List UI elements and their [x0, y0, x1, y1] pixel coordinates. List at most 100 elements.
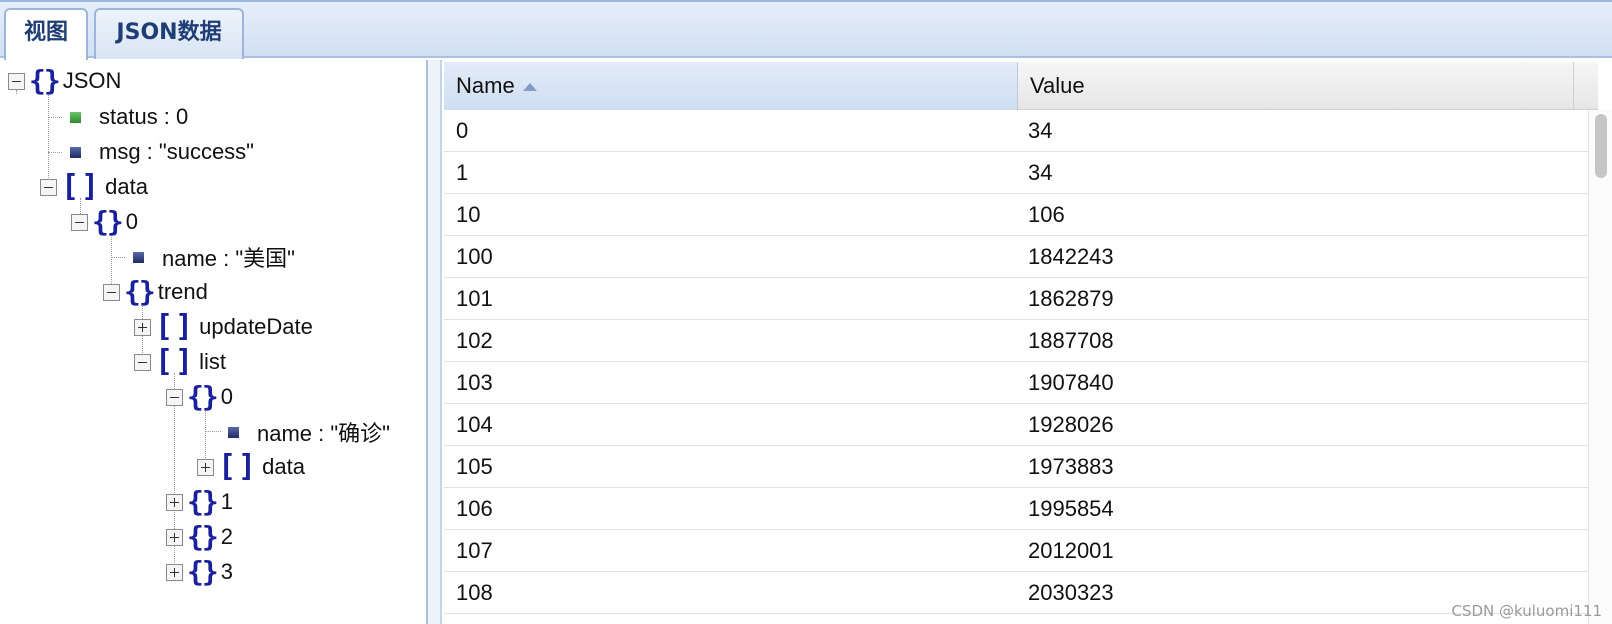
object-icon: {}: [187, 555, 219, 588]
object-icon: {}: [92, 205, 124, 238]
cell-name: 108: [456, 580, 493, 605]
expand-icon[interactable]: [166, 528, 183, 546]
object-icon: {}: [187, 380, 219, 413]
column-header-name[interactable]: Name: [444, 62, 1018, 110]
table-row[interactable]: 0 34: [444, 110, 1588, 152]
array-icon: []: [155, 309, 196, 344]
cell-name: 100: [456, 244, 493, 269]
tree-node-label: updateDate: [199, 314, 313, 339]
cell-name: 102: [456, 328, 493, 353]
table-row[interactable]: 101 1862879: [444, 278, 1588, 320]
grid-header: Name Value: [444, 62, 1598, 110]
cell-value: 34: [1028, 118, 1053, 143]
collapse-icon[interactable]: [166, 388, 183, 406]
table-row[interactable]: 10 106: [444, 194, 1588, 236]
collapse-icon[interactable]: [103, 283, 120, 301]
table-row[interactable]: 1 34: [444, 152, 1588, 194]
string-value-icon: [133, 251, 144, 263]
tree-node-label: 3: [220, 559, 233, 584]
scrollbar-thumb[interactable]: [1595, 114, 1607, 178]
collapse-icon[interactable]: [8, 72, 25, 90]
number-value-icon: [70, 111, 81, 123]
cell-value: 1995854: [1028, 496, 1114, 521]
object-icon: {}: [187, 520, 219, 553]
cell-name: 104: [456, 412, 493, 437]
cell-value: 1928026: [1028, 412, 1114, 437]
tree-line: [111, 257, 125, 258]
object-icon: {}: [124, 275, 156, 308]
watermark: CSDN @kuluomi111: [1451, 602, 1602, 620]
table-row[interactable]: 103 1907840: [444, 362, 1588, 404]
tree-node-label: 1: [220, 489, 233, 514]
tree-node-label: data: [262, 454, 305, 479]
collapse-icon[interactable]: [40, 178, 57, 196]
vertical-scrollbar[interactable]: [1588, 110, 1612, 624]
table-row[interactable]: 105 1973883: [444, 446, 1588, 488]
tree-node-trend[interactable]: {} trend: [103, 275, 208, 309]
tab-json-data[interactable]: JSON数据: [94, 8, 244, 59]
cell-name: 1: [456, 160, 469, 185]
tree-node-label: trend: [157, 279, 208, 304]
tree-node-list-3[interactable]: {} 3: [166, 555, 233, 589]
expand-icon[interactable]: [166, 563, 183, 581]
expand-icon[interactable]: [197, 458, 214, 476]
tab-view[interactable]: 视图: [4, 8, 88, 61]
tree-node-status[interactable]: status : 0: [62, 100, 188, 134]
tree-node-label: list: [199, 349, 227, 374]
cell-value: 1842243: [1028, 244, 1114, 269]
cell-value: 2030323: [1028, 580, 1114, 605]
tree-node-list-0-data[interactable]: [] data: [197, 450, 305, 484]
tab-bar: 视图 JSON数据: [0, 0, 1612, 61]
collapse-icon[interactable]: [71, 213, 88, 231]
cell-name: 101: [456, 286, 493, 311]
json-tree-panel: {} JSON status : 0 msg : "success" [] da…: [0, 60, 428, 624]
cell-value: 1907840: [1028, 370, 1114, 395]
tree-line: [48, 152, 62, 153]
tree-node-data[interactable]: [] data: [40, 170, 148, 204]
value-grid-panel: Name Value 0 34 1 34 10 106 100 1842243 101 1…: [444, 60, 1612, 624]
cell-name: 105: [456, 454, 493, 479]
object-icon: {}: [29, 64, 61, 97]
tree-node-updatedate[interactable]: [] updateDate: [134, 310, 313, 344]
sort-ascending-icon: [522, 83, 537, 92]
table-row[interactable]: 102 1887708: [444, 320, 1588, 362]
tree-line: [48, 117, 62, 118]
column-header-value[interactable]: Value: [1018, 62, 1574, 110]
tree-node-label: data: [105, 174, 148, 199]
tree-line: [205, 431, 221, 432]
tree-node-data-0[interactable]: {} 0: [71, 205, 138, 239]
expand-icon[interactable]: [134, 318, 151, 336]
tree-node-label: 2: [220, 524, 233, 549]
table-row[interactable]: 106 1995854: [444, 488, 1588, 530]
tree-node-label: 0: [125, 209, 138, 234]
tree-node-list[interactable]: [] list: [134, 345, 226, 379]
cell-name: 106: [456, 496, 493, 521]
cell-name: 0: [456, 118, 469, 143]
cell-value: 1973883: [1028, 454, 1114, 479]
cell-value: 2012001: [1028, 538, 1114, 563]
table-row[interactable]: 100 1842243: [444, 236, 1588, 278]
cell-value: 1862879: [1028, 286, 1114, 311]
tree-node-list-0-name[interactable]: name : "确诊": [220, 415, 390, 449]
cell-name: 103: [456, 370, 493, 395]
table-row[interactable]: 104 1928026: [444, 404, 1588, 446]
tree-node-label: msg : "success": [99, 139, 254, 164]
tree-node-label: JSON: [62, 68, 122, 93]
column-header-label: Name: [456, 73, 515, 98]
table-row[interactable]: 108 2030323: [444, 572, 1588, 614]
tree-node-root[interactable]: {} JSON: [8, 64, 121, 98]
tree-node-label: status : 0: [99, 104, 189, 129]
table-row[interactable]: 107 2012001: [444, 530, 1588, 572]
pane-splitter[interactable]: [428, 60, 442, 624]
cell-value: 1887708: [1028, 328, 1114, 353]
tree-node-list-1[interactable]: {} 1: [166, 485, 233, 519]
tree-node-list-0[interactable]: {} 0: [166, 380, 233, 414]
tree-node-msg[interactable]: msg : "success": [62, 135, 254, 169]
tree-node-name[interactable]: name : "美国": [125, 240, 295, 274]
grid-rows: 0 34 1 34 10 106 100 1842243 101 1862879 102 1…: [444, 110, 1588, 614]
collapse-icon[interactable]: [134, 353, 151, 371]
tree-node-label: name : "美国": [162, 246, 295, 271]
expand-icon[interactable]: [166, 493, 183, 511]
tree-node-list-2[interactable]: {} 2: [166, 520, 233, 554]
object-icon: {}: [187, 485, 219, 518]
